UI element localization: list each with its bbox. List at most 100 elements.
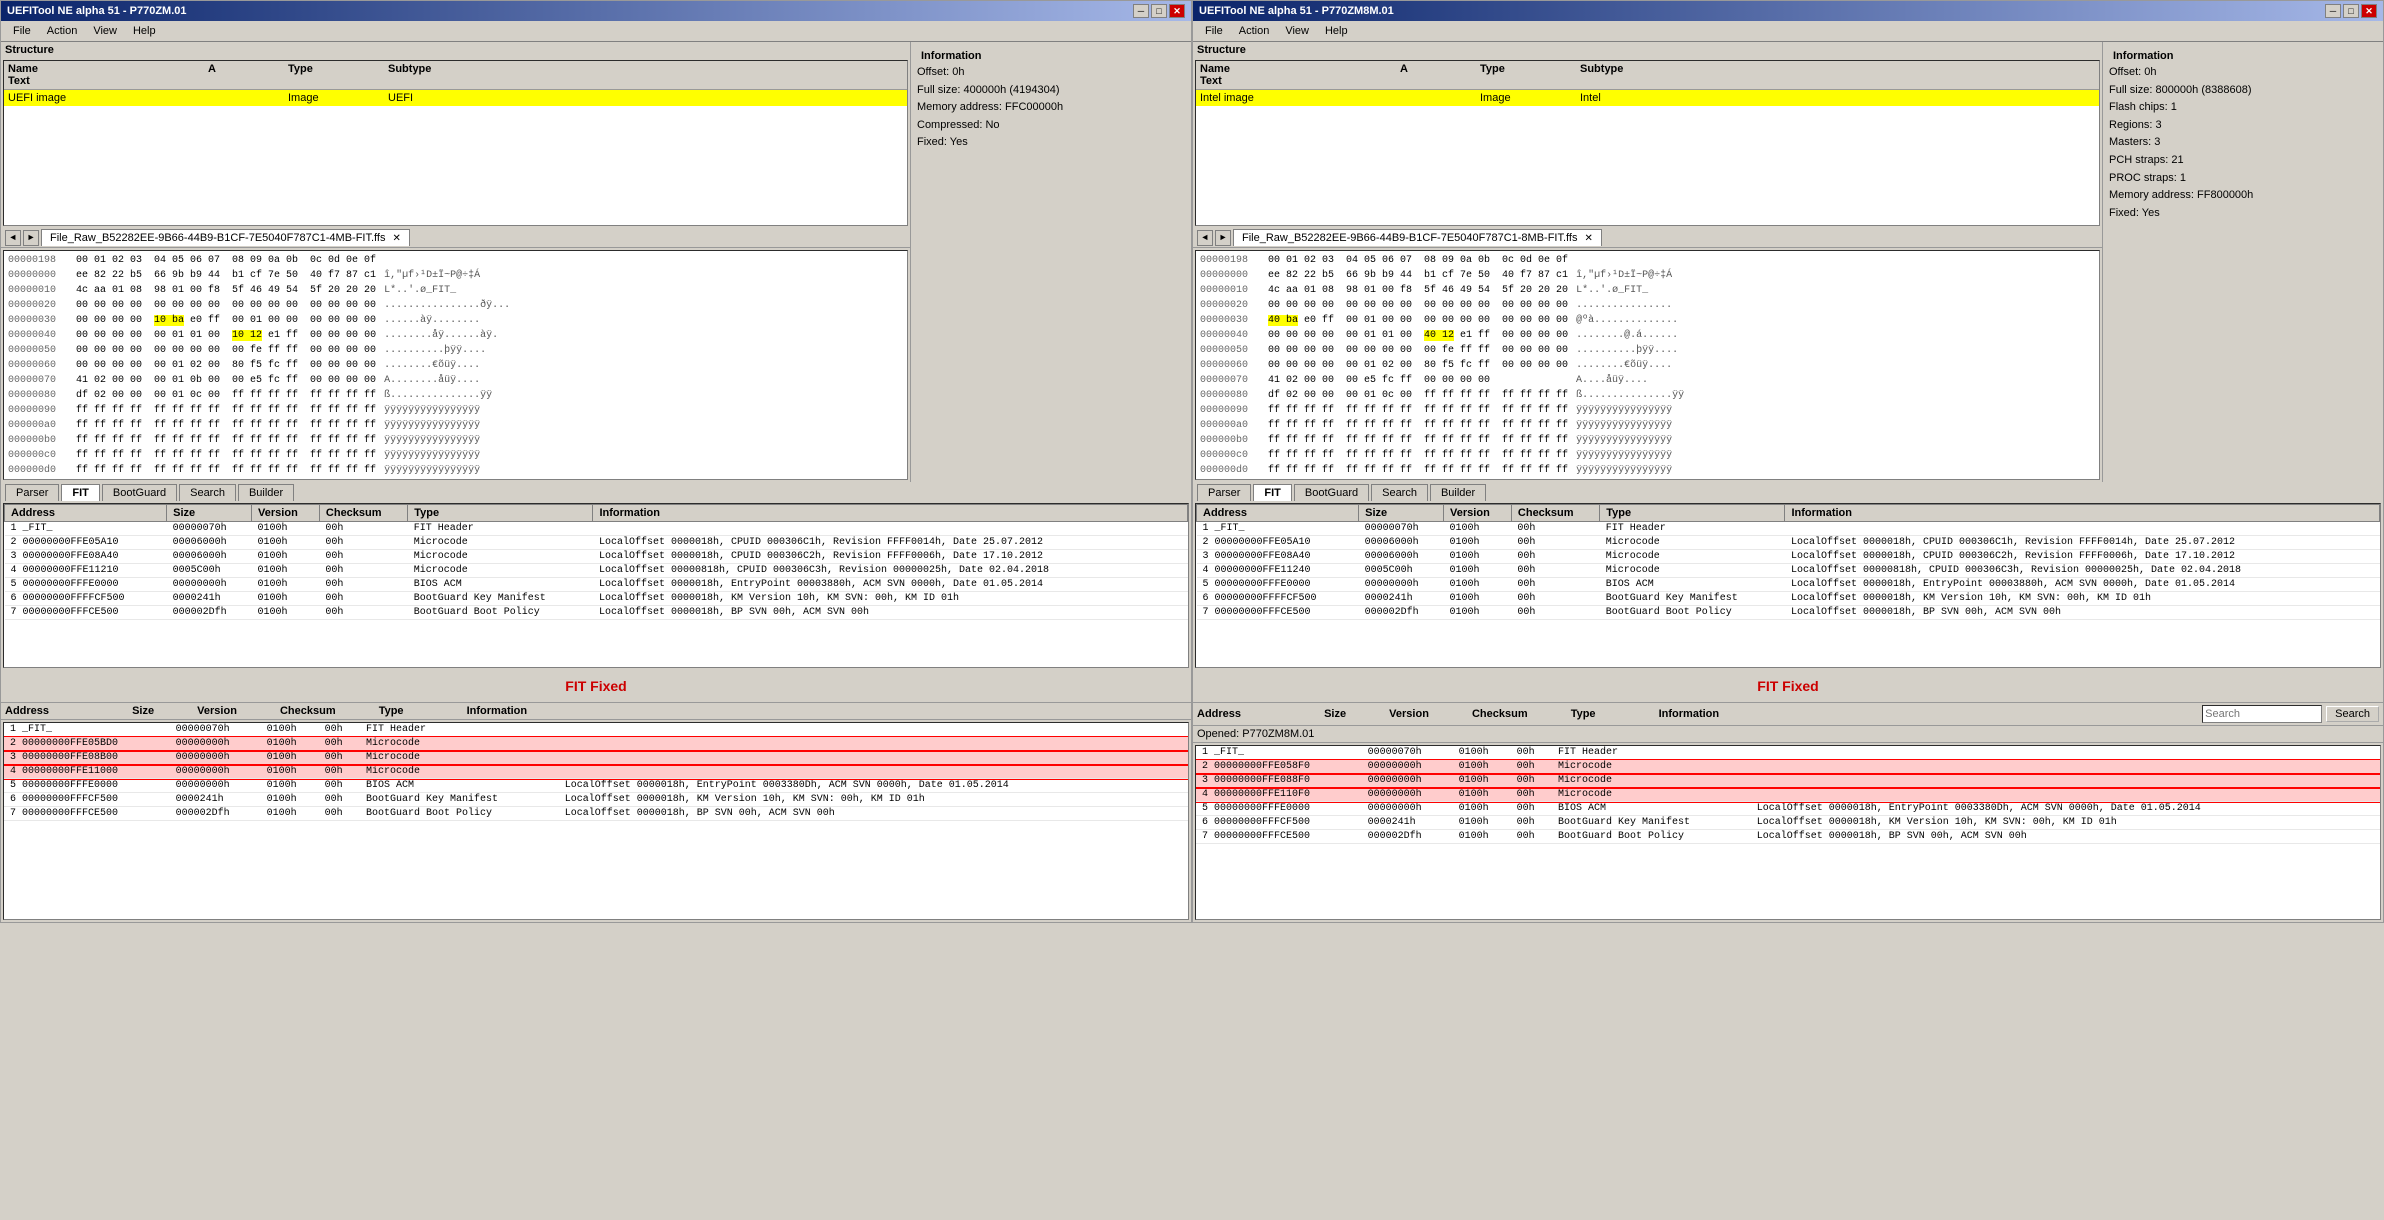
right-hex-tab-label: File_Raw_B52282EE-9B66-44B9-B1CF-7E5040F… — [1242, 232, 1577, 244]
right-bot-fit-row-3[interactable]: 3 00000000FFE088F0 00000000h 0100h 00h M… — [1196, 774, 2380, 788]
right-fit-row-7[interactable]: 7 00000000FFFCE500 000002Dfh 0100h 00h B… — [1197, 606, 2380, 620]
right-tab-search[interactable]: Search — [1371, 484, 1428, 501]
left-close-btn[interactable]: ✕ — [1169, 4, 1185, 18]
right-bot-fit-row-1[interactable]: 1 _FIT_ 00000070h 0100h 00h FIT Header — [1196, 746, 2380, 760]
right-fit-r2-ver: 0100h — [1444, 536, 1512, 550]
right-fit-row-2[interactable]: 2 00000000FFE05A10 00006000h 0100h 00h M… — [1197, 536, 2380, 550]
left-bot-fit-row-2[interactable]: 2 00000000FFE05BD0 00000000h 0100h 00h M… — [4, 737, 1188, 751]
right-structure-tree[interactable]: Name A Type Subtype Text Intel image Ima… — [1195, 60, 2100, 226]
left-bot-fit-row-6[interactable]: 6 00000000FFFCF500 0000241h 0100h 00h Bo… — [4, 793, 1188, 807]
left-structure-tree[interactable]: Name A Type Subtype Text UEFI image Imag… — [3, 60, 908, 226]
right-fit-r1-addr: 1 _FIT_ — [1197, 522, 1359, 536]
right-tab-parser[interactable]: Parser — [1197, 484, 1251, 501]
left-tab-builder[interactable]: Builder — [238, 484, 294, 501]
left-struct-col-type: Type — [288, 63, 388, 75]
left-fit-row-1[interactable]: 1 _FIT_ 00000070h 0100h 00h FIT Header — [5, 522, 1188, 536]
right-info-memaddr: Memory address: FF800000h — [2109, 187, 2377, 205]
right-tab-fit[interactable]: FIT — [1253, 484, 1292, 501]
right-menu-action[interactable]: Action — [1231, 23, 1278, 39]
left-menu-help[interactable]: Help — [125, 23, 164, 39]
left-fit-row-2[interactable]: 2 00000000FFE05A10 00006000h 0100h 00h M… — [5, 536, 1188, 550]
right-struct-subtype: Intel — [1580, 92, 1680, 104]
right-bot-r6-chk: 00h — [1511, 816, 1552, 830]
right-search-input[interactable] — [2202, 705, 2322, 723]
left-bottom-fit-table[interactable]: 1 _FIT_ 00000070h 0100h 00h FIT Header 2… — [3, 722, 1189, 920]
left-fit-r6-info: LocalOffset 0000018h, KM Version 10h, KM… — [593, 592, 1188, 606]
right-fit-row-5[interactable]: 5 00000000FFFE0000 00000000h 0100h 00h B… — [1197, 578, 2380, 592]
left-bot-r3-size: 00000000h — [170, 751, 261, 765]
right-tab-bootguard[interactable]: BootGuard — [1294, 484, 1369, 501]
left-fit-row-5[interactable]: 5 00000000FFFE0000 00000000h 0100h 00h B… — [5, 578, 1188, 592]
right-fit-r3-size: 00006000h — [1359, 550, 1444, 564]
right-fit-row-1[interactable]: 1 _FIT_ 00000070h 0100h 00h FIT Header — [1197, 522, 2380, 536]
left-hex-viewer[interactable]: 00000198 00 01 02 03 04 05 06 07 08 09 0… — [3, 250, 908, 480]
right-hex-close-btn[interactable]: ✕ — [1585, 233, 1593, 244]
left-menu-file[interactable]: File — [5, 23, 39, 39]
left-struct-type: Image — [288, 92, 388, 104]
left-bot-fit-row-3[interactable]: 3 00000000FFE08B00 00000000h 0100h 00h M… — [4, 751, 1188, 765]
left-bot-fit-row-4[interactable]: 4 00000000FFE11000 00000000h 0100h 00h M… — [4, 765, 1188, 779]
right-hex-viewer[interactable]: 00000198 00 01 02 03 04 05 06 07 08 09 0… — [1195, 250, 2100, 480]
left-tab-fit[interactable]: FIT — [61, 484, 100, 501]
left-hex-forward-btn[interactable]: ► — [23, 230, 39, 246]
left-fit-upper-table-el: Address Size Version Checksum Type Infor… — [4, 504, 1188, 620]
right-struct-col-type: Type — [1480, 63, 1580, 75]
left-structure-label: Structure — [1, 42, 910, 58]
right-bot-fit-row-4[interactable]: 4 00000000FFE110F0 00000000h 0100h 00h M… — [1196, 788, 2380, 802]
left-fit-col-chk: Checksum — [319, 505, 407, 522]
left-bot-fit-row-7[interactable]: 7 00000000FFFCE500 000002Dfh 0100h 00h B… — [4, 807, 1188, 821]
right-tab-builder[interactable]: Builder — [1430, 484, 1486, 501]
right-fit-r2-type: Microcode — [1600, 536, 1785, 550]
left-tab-bootguard[interactable]: BootGuard — [102, 484, 177, 501]
left-struct-panel: Structure Name A Type Subtype Text UEFI … — [1, 42, 911, 482]
right-bot-fit-row-6[interactable]: 6 00000000FFFCF500 0000241h 0100h 00h Bo… — [1196, 816, 2380, 830]
left-hex-back-btn[interactable]: ◄ — [5, 230, 21, 246]
right-hex-back-btn[interactable]: ◄ — [1197, 230, 1213, 246]
right-struct-row-intel[interactable]: Intel image Image Intel — [1196, 90, 2099, 106]
right-search-button[interactable]: Search — [2326, 706, 2379, 722]
left-menu-action[interactable]: Action — [39, 23, 86, 39]
right-bottom-fit-table[interactable]: 1 _FIT_ 00000070h 0100h 00h FIT Header 2… — [1195, 745, 2381, 920]
left-minimize-btn[interactable]: ─ — [1133, 4, 1149, 18]
left-hex-close-btn[interactable]: ✕ — [393, 233, 401, 244]
left-fit-r5-ver: 0100h — [252, 578, 320, 592]
left-fit-row-3[interactable]: 3 00000000FFE08A40 00006000h 0100h 00h M… — [5, 550, 1188, 564]
left-struct-row-uefi[interactable]: UEFI image Image UEFI — [4, 90, 907, 106]
right-menu-help[interactable]: Help — [1317, 23, 1356, 39]
right-bot-fit-row-7[interactable]: 7 00000000FFFCE500 000002Dfh 0100h 00h B… — [1196, 830, 2380, 844]
left-menu-view[interactable]: View — [85, 23, 125, 39]
left-tab-search[interactable]: Search — [179, 484, 236, 501]
left-maximize-btn[interactable]: □ — [1151, 4, 1167, 18]
right-hex-forward-btn[interactable]: ► — [1215, 230, 1231, 246]
left-bot-fit-row-5[interactable]: 5 00000000FFFE0000 00000000h 0100h 00h B… — [4, 779, 1188, 793]
left-hex-row-4: 00000040 00 00 00 00 00 01 01 00 10 12 e… — [8, 328, 903, 343]
right-bottom-chk-col: Checksum — [1472, 708, 1528, 720]
right-menu-view[interactable]: View — [1277, 23, 1317, 39]
right-bot-r4-addr: 4 00000000FFE110F0 — [1196, 788, 1362, 802]
right-fit-row-4[interactable]: 4 00000000FFE11240 0005C00h 0100h 00h Mi… — [1197, 564, 2380, 578]
left-fit-row-4[interactable]: 4 00000000FFE11210 0005C00h 0100h 00h Mi… — [5, 564, 1188, 578]
left-fit-r4-type: Microcode — [408, 564, 593, 578]
left-hex-tab[interactable]: File_Raw_B52282EE-9B66-44B9-B1CF-7E5040F… — [41, 229, 410, 246]
right-menu-file[interactable]: File — [1197, 23, 1231, 39]
right-fit-row-6[interactable]: 6 00000000FFFFCF500 0000241h 0100h 00h B… — [1197, 592, 2380, 606]
left-fit-upper-table[interactable]: Address Size Version Checksum Type Infor… — [3, 503, 1189, 668]
right-fit-upper-table-el: Address Size Version Checksum Type Infor… — [1196, 504, 2380, 620]
left-bot-fit-row-1[interactable]: 1 _FIT_ 00000070h 0100h 00h FIT Header — [4, 723, 1188, 737]
right-minimize-btn[interactable]: ─ — [2325, 4, 2341, 18]
right-bot-fit-row-5[interactable]: 5 00000000FFFE0000 00000000h 0100h 00h B… — [1196, 802, 2380, 816]
left-fit-row-7[interactable]: 7 00000000FFFCE500 000002Dfh 0100h 00h B… — [5, 606, 1188, 620]
left-bot-r4-ver: 0100h — [261, 765, 319, 779]
right-struct-col-a: A — [1400, 63, 1480, 75]
right-maximize-btn[interactable]: □ — [2343, 4, 2359, 18]
right-fit-row-3[interactable]: 3 00000000FFE08A40 00006000h 0100h 00h M… — [1197, 550, 2380, 564]
left-bot-r7-info: LocalOffset 0000018h, BP SVN 00h, ACM SV… — [559, 807, 1188, 821]
left-fit-row-6[interactable]: 6 00000000FFFFCF500 0000241h 0100h 00h B… — [5, 592, 1188, 606]
right-fit-upper-table[interactable]: Address Size Version Checksum Type Infor… — [1195, 503, 2381, 668]
right-close-btn[interactable]: ✕ — [2361, 4, 2377, 18]
right-bot-fit-row-2[interactable]: 2 00000000FFE058F0 00000000h 0100h 00h M… — [1196, 760, 2380, 774]
left-tab-parser[interactable]: Parser — [5, 484, 59, 501]
right-bottom-cols: Address Size Version Checksum Type Infor… — [1197, 708, 1719, 720]
right-fit-r1-ver: 0100h — [1444, 522, 1512, 536]
right-hex-tab[interactable]: File_Raw_B52282EE-9B66-44B9-B1CF-7E5040F… — [1233, 229, 1602, 246]
